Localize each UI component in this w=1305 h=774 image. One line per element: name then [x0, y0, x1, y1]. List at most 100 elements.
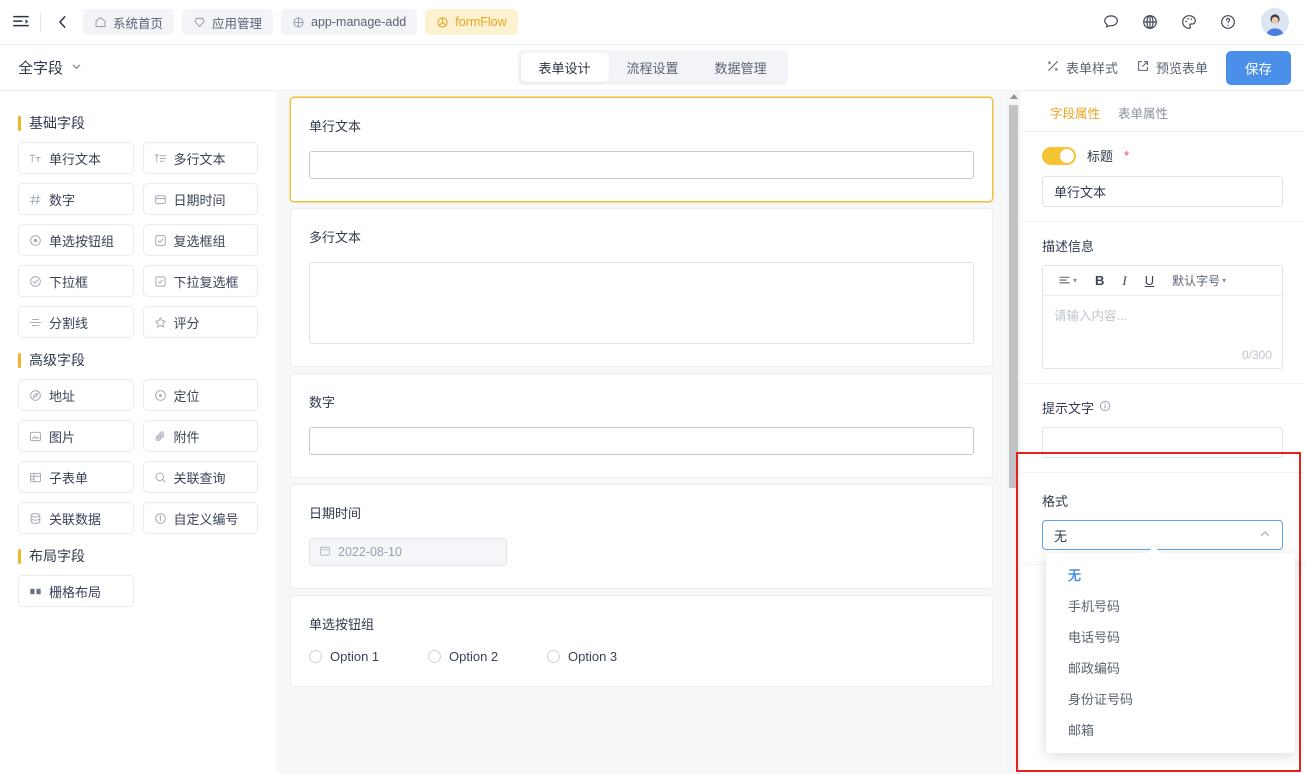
breadcrumb-item-home[interactable]: 系统首页 — [83, 9, 175, 35]
title-visibility-toggle[interactable] — [1042, 146, 1076, 165]
field-item-radio-group[interactable]: 单选按钮组 — [18, 224, 134, 256]
format-dropdown-menu[interactable]: 无 手机号码 电话号码 邮政编码 身份证号码 邮箱 — [1046, 545, 1295, 753]
field-item-single-text[interactable]: 单行文本 — [18, 142, 134, 174]
field-item-custom-number[interactable]: 自定义编号 — [142, 502, 258, 534]
field-item-rating[interactable]: 评分 — [142, 306, 258, 338]
field-item-address[interactable]: 地址 — [18, 379, 134, 411]
radio-option[interactable]: Option 3 — [547, 649, 666, 664]
globe-icon[interactable] — [1140, 12, 1160, 32]
font-size-label: 默认字号 — [1172, 274, 1221, 288]
back-button[interactable] — [51, 10, 75, 34]
globe-icon — [292, 16, 305, 29]
breadcrumb-item-formflow[interactable]: formFlow — [425, 9, 518, 35]
format-option-postcode[interactable]: 邮政编码 — [1046, 652, 1295, 683]
option-label: 手机号码 — [1068, 599, 1121, 614]
preview-form-button[interactable]: 预览表单 — [1136, 58, 1208, 77]
radio-option[interactable]: Option 2 — [428, 649, 547, 664]
font-size-select[interactable]: 默认字号 ▾ — [1163, 272, 1235, 289]
hint-input[interactable] — [1042, 427, 1283, 458]
field-scope-label: 全字段 — [18, 60, 64, 77]
sub-bar: 全字段 表单设计 流程设置 数据管理 表单样式 预览表单 保存 — [0, 45, 1305, 91]
canvas-field-multi-text[interactable]: 多行文本 — [290, 208, 993, 367]
format-option-none[interactable]: 无 — [1046, 559, 1295, 590]
form-style-button[interactable]: 表单样式 — [1046, 58, 1118, 77]
save-button[interactable]: 保存 — [1226, 50, 1291, 85]
breadcrumb-item-app-manage-add[interactable]: app-manage-add — [281, 9, 418, 35]
avatar[interactable] — [1261, 8, 1289, 36]
breadcrumb-item-apps[interactable]: 应用管理 — [182, 9, 274, 35]
field-item-divider[interactable]: 分割线 — [18, 306, 134, 338]
scrollbar-thumb[interactable] — [1009, 105, 1018, 488]
tab-flow-settings[interactable]: 流程设置 — [608, 53, 696, 82]
option-label: 邮箱 — [1068, 723, 1095, 738]
format-option-id-card[interactable]: 身份证号码 — [1046, 683, 1295, 714]
format-select[interactable]: 无 — [1042, 520, 1283, 550]
tab-form-design[interactable]: 表单设计 — [520, 53, 609, 82]
format-option-phone[interactable]: 电话号码 — [1046, 621, 1295, 652]
help-icon[interactable] — [1218, 12, 1238, 32]
palette-icon[interactable] — [1179, 12, 1199, 32]
format-option-mobile[interactable]: 手机号码 — [1046, 590, 1295, 621]
tab-form-properties[interactable]: 表单属性 — [1118, 103, 1168, 122]
single-text-input[interactable] — [309, 151, 974, 179]
field-item-label: 单选按钮组 — [49, 233, 115, 249]
field-item-related-data[interactable]: 关联数据 — [18, 502, 134, 534]
checkbox-icon — [154, 234, 167, 247]
character-counter: 0/300 — [1241, 348, 1272, 362]
group-title-advanced: 高级字段 — [18, 350, 258, 370]
field-item-subform[interactable]: 子表单 — [18, 461, 134, 493]
divider — [40, 12, 41, 32]
description-editor[interactable]: ▾ B I U 默认字号 ▾ 请输入内容... 0/300 — [1042, 265, 1283, 369]
italic-button[interactable]: I — [1113, 273, 1135, 289]
field-item-attachment[interactable]: 附件 — [142, 420, 258, 452]
radio-option[interactable]: Option 1 — [309, 649, 428, 664]
external-link-icon — [1136, 59, 1150, 76]
sidebar-collapse-icon[interactable] — [8, 9, 34, 35]
group-label: 基础字段 — [29, 115, 85, 131]
canvas-field-datetime[interactable]: 日期时间 2022-08-10 — [290, 484, 993, 589]
tab-data-management[interactable]: 数据管理 — [697, 53, 785, 82]
info-icon[interactable] — [1099, 400, 1111, 415]
description-textarea[interactable]: 请输入内容... 0/300 — [1043, 296, 1282, 368]
tab-field-properties[interactable]: 字段属性 — [1050, 103, 1100, 122]
scroll-up-arrow-icon[interactable] — [1010, 94, 1018, 99]
canvas-scrollbar[interactable] — [1007, 91, 1019, 774]
align-icon[interactable]: ▾ — [1049, 274, 1086, 287]
subform-icon — [29, 471, 42, 484]
calendar-icon — [154, 193, 167, 206]
attachment-icon — [154, 430, 167, 443]
field-item-number[interactable]: 数字 — [18, 183, 134, 215]
field-item-dropdown[interactable]: 下拉框 — [18, 265, 134, 297]
multi-text-input[interactable] — [309, 262, 974, 344]
number-input[interactable] — [309, 427, 974, 455]
field-item-label: 地址 — [49, 388, 76, 404]
field-item-multi-text[interactable]: 多行文本 — [142, 142, 258, 174]
breadcrumb-label: app-manage-add — [311, 15, 407, 29]
field-item-image[interactable]: 图片 — [18, 420, 134, 452]
field-item-related-query[interactable]: 关联查询 — [142, 461, 258, 493]
field-item-grid-layout[interactable]: 栅格布局 — [18, 575, 134, 607]
toggle-knob — [1060, 148, 1074, 163]
field-scope-select[interactable]: 全字段 — [18, 57, 82, 78]
field-item-checkbox-group[interactable]: 复选框组 — [142, 224, 258, 256]
field-item-datetime[interactable]: 日期时间 — [142, 183, 258, 215]
field-item-dropdown-multi[interactable]: 下拉复选框 — [142, 265, 258, 297]
underline-button[interactable]: U — [1136, 273, 1163, 288]
message-icon[interactable] — [1101, 12, 1121, 32]
radio-label: Option 1 — [330, 649, 380, 664]
format-property-section: 格式 无 — [1020, 473, 1305, 565]
form-canvas[interactable]: 单行文本 多行文本 数字 日期时间 2022-08-10 单选按钮组 Optio… — [276, 91, 1007, 774]
field-item-label: 多行文本 — [173, 151, 226, 167]
canvas-field-radio-group[interactable]: 单选按钮组 Option 1 Option 2 Option 3 — [290, 595, 993, 687]
bold-button[interactable]: B — [1086, 273, 1113, 288]
field-item-location[interactable]: 定位 — [142, 379, 258, 411]
title-input[interactable] — [1042, 176, 1283, 207]
datetime-input[interactable]: 2022-08-10 — [309, 538, 507, 566]
tab-label: 字段属性 — [1050, 107, 1101, 121]
canvas-field-single-text[interactable]: 单行文本 — [290, 97, 993, 202]
option-label: 电话号码 — [1068, 630, 1121, 645]
format-option-email[interactable]: 邮箱 — [1046, 714, 1295, 745]
hint-property-section: 提示文字 — [1020, 384, 1305, 473]
canvas-field-number[interactable]: 数字 — [290, 373, 993, 478]
group-label: 布局字段 — [29, 548, 85, 564]
